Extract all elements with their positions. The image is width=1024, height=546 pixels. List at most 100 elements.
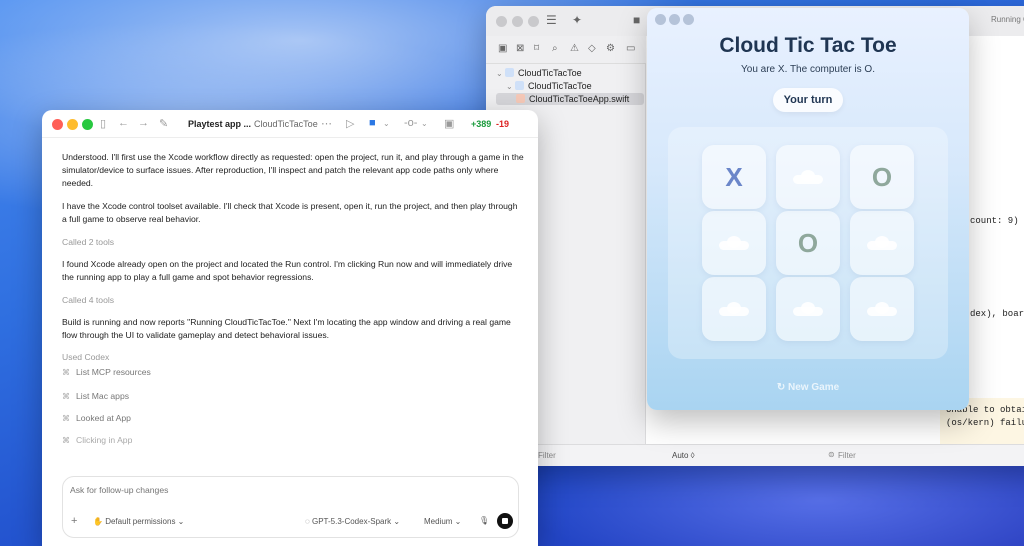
stop-button[interactable] bbox=[497, 513, 513, 529]
find-icon[interactable]: ⌕ bbox=[552, 43, 558, 54]
cloud-icon bbox=[793, 170, 823, 184]
cell-mark: O bbox=[871, 161, 893, 192]
disclosure-icon: ⌄ bbox=[496, 69, 505, 78]
test-icon[interactable]: ◇ bbox=[588, 43, 596, 54]
more-icon[interactable]: ⋯ bbox=[321, 117, 332, 130]
close-button[interactable] bbox=[52, 119, 63, 130]
game-window: Cloud Tic Tac Toe You are X. The compute… bbox=[647, 8, 969, 410]
sidebar-toggle-icon[interactable]: ☰ bbox=[546, 13, 557, 27]
issue-icon[interactable]: ⚠ bbox=[570, 43, 579, 54]
assistant-message: I have the Xcode control toolset availab… bbox=[62, 201, 518, 224]
cell-mark: X bbox=[725, 161, 743, 192]
chevron-down-icon[interactable]: ⌄ bbox=[421, 119, 428, 128]
diff-deletions: -19 bbox=[496, 119, 510, 129]
source-control-icon[interactable]: ⊠ bbox=[516, 43, 524, 54]
microphone-icon[interactable]: 🎙 bbox=[479, 516, 489, 525]
tree-row-group[interactable]: ⌄ CloudTicTacToe bbox=[506, 81, 592, 91]
project-name: CloudTicTacToe bbox=[254, 119, 318, 129]
new-game-button[interactable]: ↻ New Game bbox=[647, 382, 969, 393]
tool-item[interactable]: ⌘ Looked at App bbox=[62, 413, 131, 423]
zoom-button[interactable] bbox=[82, 119, 93, 130]
follow-up-input[interactable] bbox=[70, 485, 490, 495]
assistant-message: Understood. I'll first use the Xcode wor… bbox=[62, 152, 524, 188]
turn-indicator: Your turn bbox=[773, 88, 843, 112]
model-selector[interactable]: ◌ GPT-5.3-Codex-Spark ⌄ bbox=[305, 517, 400, 526]
run-status: Running C bbox=[991, 15, 1024, 24]
debug-icon[interactable]: ⚙ bbox=[606, 43, 615, 54]
board-cell[interactable] bbox=[850, 277, 914, 341]
navigator-filter[interactable]: Filter bbox=[538, 451, 556, 460]
cloud-icon bbox=[867, 236, 897, 250]
tool-icon: ⌘ bbox=[62, 368, 70, 377]
folder-icon bbox=[514, 81, 524, 90]
used-codex-label: Used Codex bbox=[62, 352, 110, 362]
assistant-message: I found Xcode already open on the projec… bbox=[62, 259, 513, 282]
console-filter[interactable]: Filter bbox=[838, 451, 856, 460]
tree-row-project[interactable]: ⌄ CloudTicTacToe bbox=[496, 68, 582, 78]
forward-icon[interactable]: → bbox=[138, 117, 149, 129]
close-button[interactable] bbox=[655, 14, 666, 25]
tool-item[interactable]: ⌘ List Mac apps bbox=[62, 391, 129, 401]
minimize-button[interactable] bbox=[512, 16, 523, 27]
chat-titlebar: ▯ ← → ✎ Playtest app ... CloudTicTacToe … bbox=[42, 110, 538, 138]
filter-icon: ⊜ bbox=[828, 450, 835, 459]
tool-icon: ⌘ bbox=[62, 436, 70, 445]
console-line: (os/kern) failure bbox=[946, 418, 1024, 428]
app-icon[interactable]: ■ bbox=[369, 117, 376, 129]
board-cell[interactable] bbox=[776, 145, 840, 209]
zoom-button[interactable] bbox=[683, 14, 694, 25]
xcode-bottom-bar: Filter Auto ◊ ⊜ Filter bbox=[486, 444, 1024, 466]
tool-call-summary[interactable]: Called 2 tools bbox=[62, 237, 114, 247]
sidebar-icon[interactable]: ▯ bbox=[100, 117, 106, 130]
tree-row-app-swift[interactable]: CloudTicTacToeApp.swift bbox=[496, 93, 644, 105]
folder-icon[interactable]: ▣ bbox=[498, 43, 507, 54]
play-icon[interactable]: ▷ bbox=[346, 117, 354, 130]
board-cell[interactable]: X bbox=[702, 145, 766, 209]
back-icon[interactable]: ← bbox=[118, 117, 129, 129]
board-cell[interactable]: O bbox=[850, 145, 914, 209]
auto-selector[interactable]: Auto ◊ bbox=[672, 451, 695, 460]
tool-icon: ⌘ bbox=[62, 414, 70, 423]
codex-chat-window: ▯ ← → ✎ Playtest app ... CloudTicTacToe … bbox=[42, 110, 538, 546]
permissions-selector[interactable]: ✋ Default permissions ⌄ bbox=[93, 517, 184, 526]
tool-item[interactable]: ⌘ Clicking in App bbox=[62, 435, 132, 445]
board-cell[interactable]: O bbox=[776, 211, 840, 275]
terminal-icon[interactable]: ▣ bbox=[444, 117, 454, 130]
tool-icon: ⌘ bbox=[62, 392, 70, 401]
bookmark-icon[interactable]: ⌑ bbox=[534, 43, 539, 54]
stop-icon[interactable]: ■ bbox=[633, 13, 640, 27]
cloud-icon bbox=[719, 302, 749, 316]
code-line: dex), board[ bbox=[970, 309, 1024, 319]
tool-item[interactable]: ⌘ List MCP resources bbox=[62, 367, 151, 377]
tool-call-summary[interactable]: Called 4 tools bbox=[62, 295, 114, 305]
chevron-down-icon[interactable]: ⌄ bbox=[383, 119, 390, 128]
cloud-icon bbox=[867, 302, 897, 316]
cell-mark: O bbox=[797, 227, 819, 258]
diff-additions: +389 bbox=[471, 119, 492, 129]
report-icon[interactable]: ▭ bbox=[626, 43, 635, 54]
commit-icon[interactable]: -o- bbox=[404, 117, 417, 129]
board-cell[interactable] bbox=[702, 211, 766, 275]
new-chat-icon[interactable]: ✎ bbox=[159, 117, 168, 130]
board-cell[interactable] bbox=[850, 211, 914, 275]
hand-icon: ✋ bbox=[93, 517, 106, 526]
board-cell[interactable] bbox=[776, 277, 840, 341]
game-subtitle: You are X. The computer is O. bbox=[741, 64, 875, 75]
code-line: count: 9) bbox=[970, 216, 1019, 226]
cloud-icon bbox=[793, 302, 823, 316]
spinner-icon: ◌ bbox=[305, 517, 312, 526]
minimize-button[interactable] bbox=[67, 119, 78, 130]
cloud-icon bbox=[719, 236, 749, 250]
effort-selector[interactable]: Medium ⌄ bbox=[424, 517, 461, 526]
zoom-button[interactable] bbox=[528, 16, 539, 27]
game-board: X O O bbox=[668, 127, 948, 359]
chat-title: Playtest app ... bbox=[188, 119, 252, 129]
sparkle-icon[interactable]: ✦ bbox=[572, 13, 582, 27]
minimize-button[interactable] bbox=[669, 14, 680, 25]
refresh-icon: ↻ bbox=[776, 382, 789, 393]
close-button[interactable] bbox=[496, 16, 507, 27]
board-cell[interactable] bbox=[702, 277, 766, 341]
disclosure-icon: ⌄ bbox=[506, 82, 515, 91]
swift-file-icon bbox=[516, 94, 525, 103]
add-attachment-icon[interactable]: + bbox=[71, 515, 77, 527]
